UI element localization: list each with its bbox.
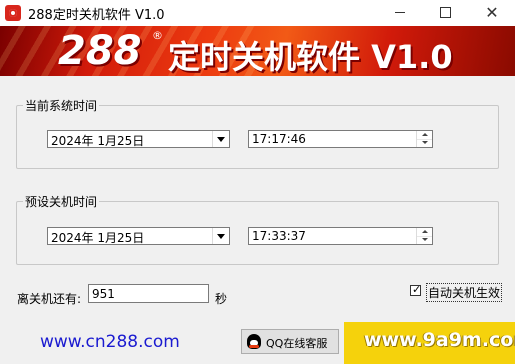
- shutdown-time-picker[interactable]: 17:33:37: [248, 227, 433, 245]
- countdown-label: 离关机还有:: [17, 292, 82, 306]
- qq-penguin-icon: [247, 334, 261, 349]
- banner-brand: 288: [58, 28, 142, 74]
- auto-shutdown-label[interactable]: 自动关机生效: [426, 283, 503, 302]
- current-date-picker[interactable]: 2024年 1月25日: [47, 130, 230, 148]
- time-spinner[interactable]: [416, 228, 432, 244]
- shutdown-time-value: 17:33:37: [252, 229, 306, 243]
- title-bar: 288定时关机软件 V1.0 ✕: [0, 0, 515, 26]
- current-time-group-label: 当前系统时间: [25, 99, 98, 113]
- shutdown-date-picker[interactable]: 2024年 1月25日: [47, 227, 230, 245]
- countdown-unit: 秒: [215, 292, 228, 306]
- app-icon: [5, 5, 21, 21]
- check-icon: ✓: [412, 283, 422, 296]
- qq-support-button[interactable]: QQ在线客服: [241, 329, 339, 354]
- current-time-picker[interactable]: 17:17:46: [248, 130, 433, 148]
- shutdown-date-value: 2024年 1月25日: [51, 231, 145, 245]
- minimize-icon: [395, 12, 405, 13]
- shutdown-time-group-label: 预设关机时间: [25, 195, 98, 209]
- registered-mark: ®: [152, 29, 163, 42]
- current-time-value: 17:17:46: [252, 132, 306, 146]
- checkbox-box[interactable]: ✓: [410, 283, 422, 296]
- window-title: 288定时关机软件 V1.0: [28, 8, 165, 23]
- chevron-down-icon[interactable]: [212, 131, 229, 147]
- countdown-field[interactable]: 951: [88, 284, 209, 303]
- website-link[interactable]: www.cn288.com: [40, 332, 180, 352]
- qq-support-label: QQ在线客服: [266, 337, 328, 350]
- watermark: www.9a9m.com: [344, 322, 515, 364]
- minimize-button[interactable]: [377, 0, 423, 26]
- spin-down-icon[interactable]: [417, 236, 432, 244]
- time-spinner[interactable]: [416, 131, 432, 147]
- maximize-button[interactable]: [422, 0, 468, 26]
- maximize-icon: [439, 7, 451, 18]
- current-date-value: 2024年 1月25日: [51, 134, 145, 148]
- chevron-down-icon[interactable]: [212, 228, 229, 244]
- spin-down-icon[interactable]: [417, 139, 432, 147]
- watermark-text: www.9a9m.com: [364, 329, 515, 351]
- close-button[interactable]: ✕: [469, 0, 515, 26]
- banner: 288 ® 定时关机软件 V1.0: [0, 26, 515, 76]
- banner-title: 定时关机软件 V1.0: [168, 38, 453, 76]
- close-icon: ✕: [485, 3, 499, 22]
